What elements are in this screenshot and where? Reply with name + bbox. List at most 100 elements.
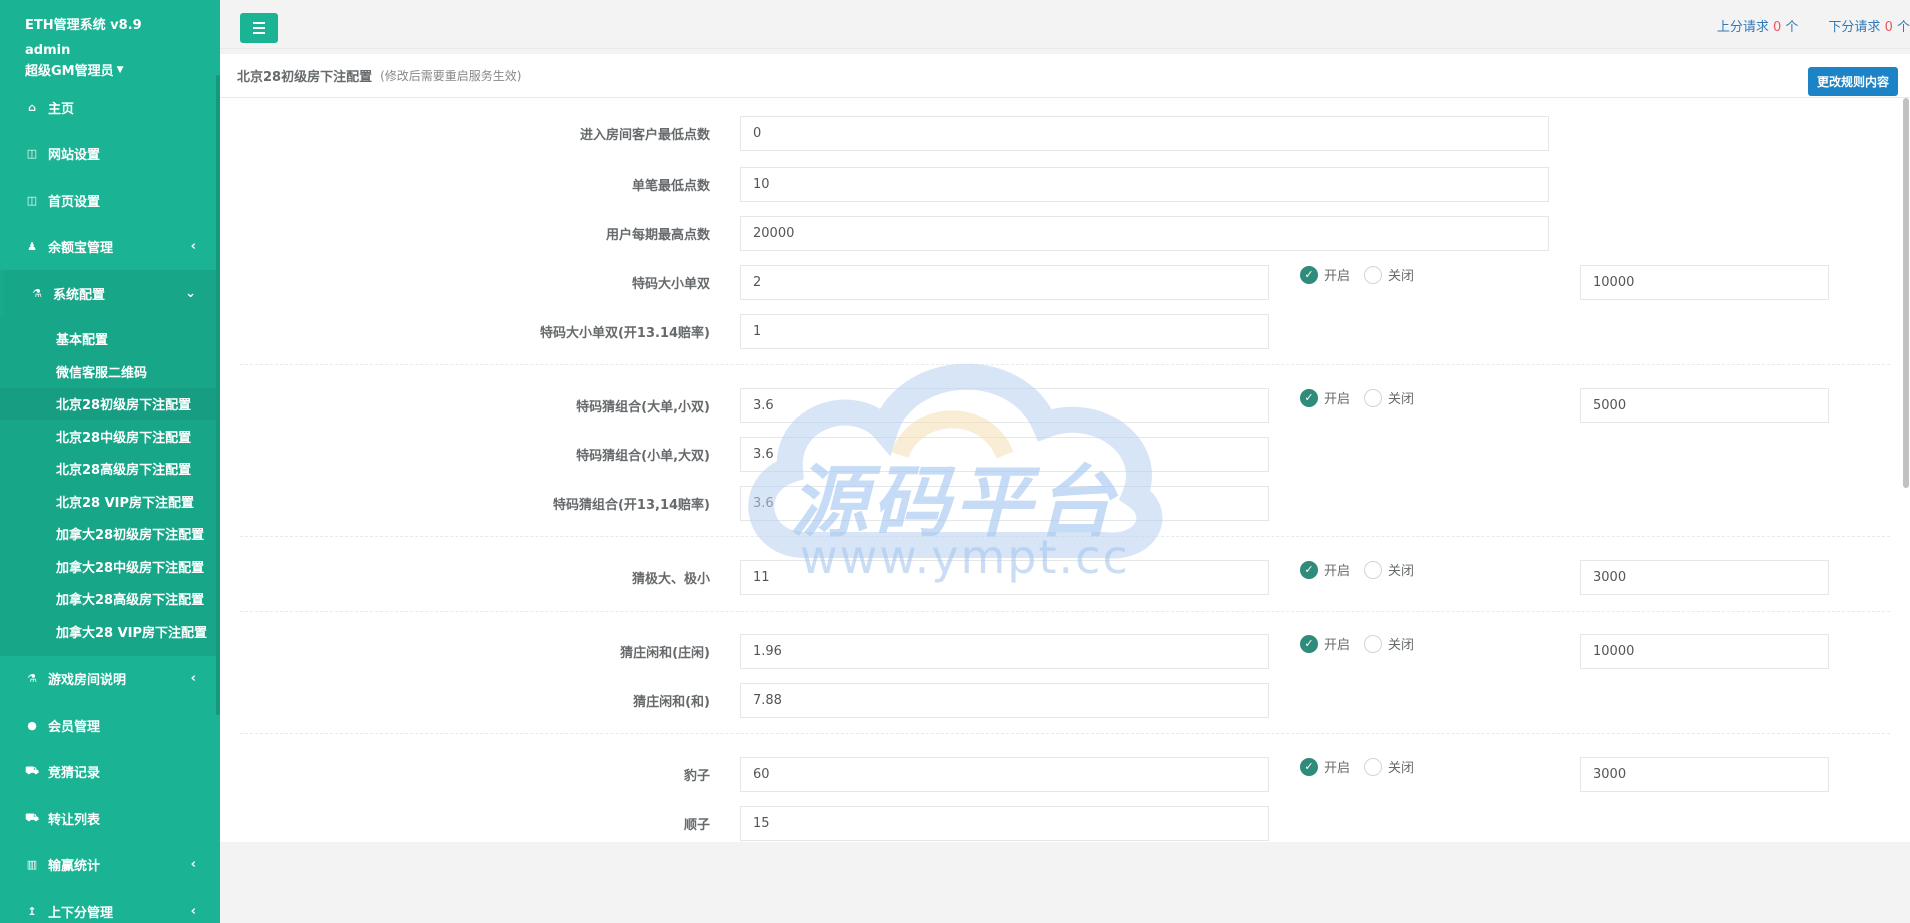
radio-off[interactable] bbox=[1364, 560, 1383, 579]
radio-off[interactable] bbox=[1364, 265, 1383, 284]
request-counters: 上分请求 0 个 下分请求 0 个 bbox=[1717, 16, 1910, 35]
scrollbar-thumb[interactable] bbox=[1903, 98, 1909, 488]
form-row: 顺子 15 bbox=[220, 806, 1900, 841]
nav-item-members[interactable]: ● 会员管理 bbox=[0, 702, 216, 749]
nav-item-site-settings[interactable]: ◫ 网站设置 bbox=[0, 131, 216, 178]
radio-on-label: 开启 bbox=[1324, 638, 1351, 653]
divider bbox=[240, 364, 1890, 365]
toggle-sidebar-button[interactable] bbox=[240, 13, 278, 43]
wallet-icon: ♟ bbox=[27, 240, 37, 254]
min-points-input[interactable]: 0 bbox=[740, 116, 1549, 151]
subnav-item[interactable]: 微信客服二维码 bbox=[0, 355, 216, 388]
car-icon: ⛟ bbox=[25, 810, 39, 824]
down-request-count: 0 bbox=[1884, 20, 1893, 35]
system-title: ETH管理系统 v8.9 bbox=[25, 18, 142, 33]
panel-scrollbar[interactable] bbox=[1902, 98, 1910, 798]
radio-on[interactable]: ✓ bbox=[1300, 388, 1318, 407]
form-row: 特码猜组合(大单,小双) 3.6 ✓ 开启 关闭 5000 bbox=[220, 388, 1900, 423]
period-max-input[interactable]: 20000 bbox=[740, 216, 1549, 251]
subnav-item[interactable]: 北京28中级房下注配置 bbox=[0, 420, 216, 453]
nav-item-points[interactable]: ↥ 上下分管理 ‹ bbox=[0, 888, 216, 923]
form-row: 进入房间客户最低点数 0 bbox=[220, 116, 1900, 151]
subnav-item[interactable]: 加拿大28 VIP房下注配置 bbox=[0, 615, 216, 648]
tema-dxds-limit-input[interactable]: 10000 bbox=[1580, 265, 1829, 300]
form-row: 豹子 60 ✓ 开启 关闭 3000 bbox=[220, 757, 1900, 792]
radio-on-label: 开启 bbox=[1324, 564, 1351, 579]
divider bbox=[240, 733, 1890, 734]
up-request-count: 0 bbox=[1772, 20, 1782, 35]
nav-item-transfers[interactable]: ⛟ 转让列表 bbox=[0, 795, 216, 842]
form-row: 特码大小单双 2 ✓ 开启 关闭 10000 bbox=[220, 265, 1900, 300]
panel-header: 北京28初级房下注配置 (修改后需要重启服务生效) 更改规则内容 bbox=[220, 54, 1910, 98]
nav-item-home[interactable]: ⌂ 主页 bbox=[0, 84, 216, 131]
extreme-limit-input[interactable]: 3000 bbox=[1580, 560, 1829, 595]
subnav-item[interactable]: 基本配置 bbox=[0, 323, 216, 356]
chevron-left-icon: ‹ bbox=[190, 857, 196, 873]
leopard-limit-input[interactable]: 3000 bbox=[1580, 757, 1829, 792]
chevron-left-icon: ‹ bbox=[190, 903, 196, 919]
radio-on[interactable]: ✓ bbox=[1300, 560, 1318, 579]
field-label: 单笔最低点数 bbox=[631, 179, 710, 194]
nav-item-system-config[interactable]: ⚗ 系统配置 ⌄ bbox=[0, 270, 216, 317]
nav-item-label: 输赢统计 bbox=[48, 859, 101, 875]
edit-rules-button[interactable]: 更改规则内容 bbox=[1807, 67, 1898, 96]
flask-icon: ⚗ bbox=[27, 672, 37, 686]
nav-item-yuebao[interactable]: ♟ 余额宝管理 ‹ bbox=[0, 224, 216, 271]
caret-down-icon: ▼ bbox=[116, 64, 124, 75]
radio-on-label: 开启 bbox=[1324, 269, 1351, 284]
nav-item-label: 系统配置 bbox=[53, 287, 106, 303]
tema-dxds-input[interactable]: 2 bbox=[740, 265, 1269, 300]
tema-dxds-1314-input[interactable]: 1 bbox=[740, 314, 1269, 349]
subnav-item[interactable]: 北京28高级房下注配置 bbox=[0, 453, 216, 486]
single-min-input[interactable]: 10 bbox=[740, 167, 1549, 202]
field-label: 特码猜组合(开13,14赔率) bbox=[552, 498, 710, 513]
nav-item-bet-records[interactable]: ⛟ 竞猜记录 bbox=[0, 749, 216, 796]
radio-off[interactable] bbox=[1364, 388, 1383, 407]
subnav-item-active[interactable]: 北京28初级房下注配置 bbox=[0, 387, 216, 420]
banker-idle-limit-input[interactable]: 10000 bbox=[1580, 634, 1829, 669]
radio-off[interactable] bbox=[1364, 634, 1383, 653]
username[interactable]: admin bbox=[25, 43, 220, 58]
toggle-group: ✓ 开启 关闭 bbox=[1300, 388, 1422, 407]
subnav-item[interactable]: 加拿大28初级房下注配置 bbox=[0, 518, 216, 551]
radio-on[interactable]: ✓ bbox=[1300, 634, 1318, 653]
toggle-group: ✓ 开启 关闭 bbox=[1300, 757, 1422, 776]
leopard-input[interactable]: 60 bbox=[740, 757, 1269, 792]
straight-input[interactable]: 15 bbox=[740, 806, 1269, 841]
nav-item-win-loss[interactable]: ▥ 输赢统计 ‹ bbox=[0, 842, 216, 889]
toggle-group: ✓ 开启 关闭 bbox=[1300, 265, 1422, 284]
field-label: 用户每期最高点数 bbox=[605, 228, 710, 243]
menu-icon-bar bbox=[253, 32, 265, 34]
field-label: 特码大小单双 bbox=[631, 277, 710, 292]
down-request-link[interactable]: 下分请求 0 个 bbox=[1828, 16, 1910, 35]
chevron-left-icon: ‹ bbox=[190, 239, 196, 255]
field-label: 特码猜组合(大单,小双) bbox=[576, 400, 710, 415]
nav-item-game-rooms[interactable]: ⚗ 游戏房间说明 ‹ bbox=[0, 656, 216, 703]
divider bbox=[240, 611, 1890, 612]
subnav-item[interactable]: 加拿大28中级房下注配置 bbox=[0, 550, 216, 583]
sidebar: ETH管理系统 v8.9 admin 超级GM管理员 ▼ ⌂ 主页 ◫ 网站设置… bbox=[0, 0, 220, 923]
banker-idle-input[interactable]: 1.96 bbox=[740, 634, 1269, 669]
panel-hint: (修改后需要重启服务生效) bbox=[380, 69, 522, 83]
role-dropdown[interactable]: 超级GM管理员 ▼ bbox=[25, 60, 220, 79]
up-request-link[interactable]: 上分请求 0 个 bbox=[1717, 16, 1799, 35]
flask-icon: ⚗ bbox=[32, 286, 42, 300]
subnav-item[interactable]: 北京28 VIP房下注配置 bbox=[0, 485, 216, 518]
radio-on-label: 开启 bbox=[1324, 392, 1351, 407]
panel-title: 北京28初级房下注配置 bbox=[237, 70, 373, 85]
combo-big-limit-input[interactable]: 5000 bbox=[1580, 388, 1829, 423]
nav-item-home-settings[interactable]: ◫ 首页设置 bbox=[0, 177, 216, 224]
up-request-unit: 个 bbox=[1785, 20, 1799, 35]
subnav-item[interactable]: 加拿大28高级房下注配置 bbox=[0, 583, 216, 616]
radio-off[interactable] bbox=[1364, 757, 1383, 776]
radio-on[interactable]: ✓ bbox=[1300, 757, 1318, 776]
radio-on[interactable]: ✓ bbox=[1300, 265, 1318, 284]
combo-big-input[interactable]: 3.6 bbox=[740, 388, 1269, 423]
field-label: 猜庄闲和(庄闲) bbox=[620, 646, 710, 661]
toggle-group: ✓ 开启 关闭 bbox=[1300, 634, 1422, 653]
banker-tie-input[interactable]: 7.88 bbox=[740, 683, 1269, 718]
nav-item-label: 网站设置 bbox=[48, 148, 101, 164]
car-icon: ⛟ bbox=[25, 764, 39, 778]
sidebar-nav: ⌂ 主页 ◫ 网站设置 ◫ 首页设置 ♟ 余额宝管理 ‹ ⚗ 系统配置 ⌄ 基本… bbox=[0, 84, 216, 923]
form-row: 单笔最低点数 10 bbox=[220, 167, 1900, 202]
